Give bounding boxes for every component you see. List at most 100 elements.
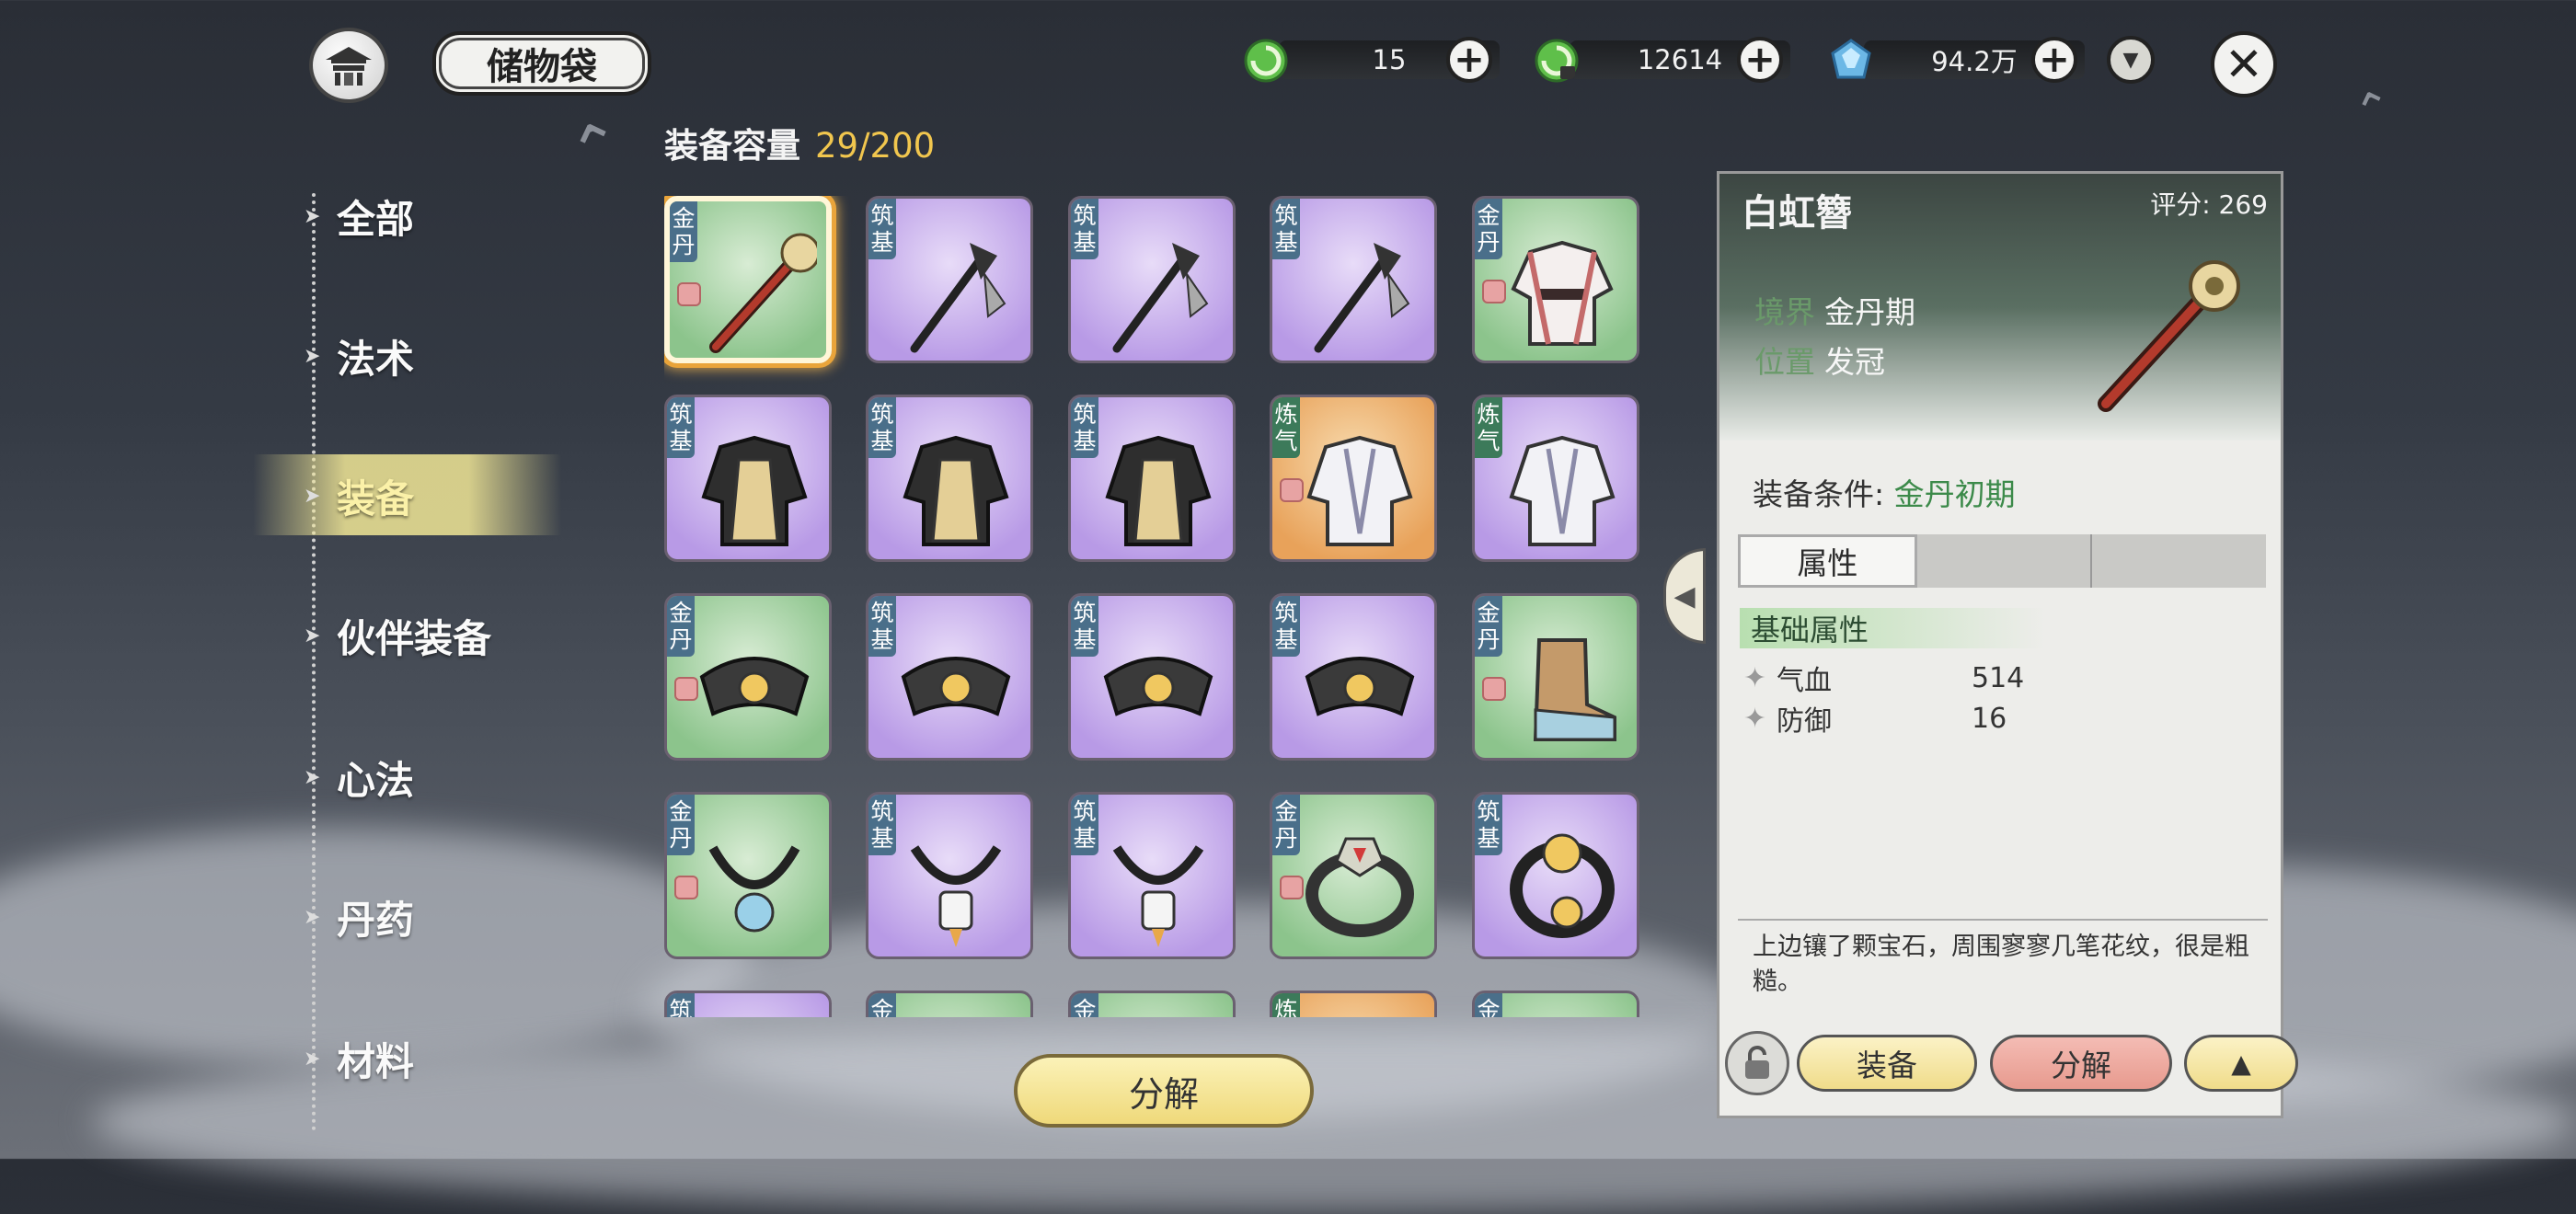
item-slot[interactable]: 金	[1472, 991, 1639, 1017]
nav-item-label: 伙伴装备	[337, 615, 492, 661]
add-resource-button[interactable]: +	[2031, 37, 2077, 83]
nav-arrow-icon: ➤	[304, 484, 321, 508]
item-slot[interactable]: 金	[1068, 991, 1236, 1017]
realm-tag: 筑 基	[1071, 596, 1098, 657]
item-slot[interactable]: 金 丹	[1472, 196, 1639, 363]
item-slot[interactable]: 炼 气	[1472, 395, 1639, 562]
nav-item-label: 法术	[337, 336, 415, 382]
nav-arrow-icon: ➤	[304, 905, 321, 929]
split-button[interactable]: 分解	[1990, 1035, 2172, 1092]
item-slot[interactable]: 筑 基	[866, 395, 1033, 562]
item-grid: 金 丹筑 基筑 基筑 基金 丹筑 基筑 基筑 基炼 气炼 气金 丹筑 基筑 基筑…	[664, 196, 1649, 1017]
nav-item-materials[interactable]: ➤ 材料	[304, 1026, 414, 1091]
equip-button[interactable]: 装备	[1797, 1035, 1977, 1092]
belt-icon	[699, 657, 810, 716]
nav-item-equipment[interactable]: ➤ 装备	[304, 464, 414, 528]
nav-item-label: 材料	[337, 1038, 415, 1084]
pendant-icon	[910, 845, 1002, 947]
lock-icon	[674, 876, 698, 899]
tab-attributes[interactable]: 属性	[1738, 534, 1917, 588]
nav-item-label: 全部	[337, 196, 415, 242]
dropdown-button[interactable]: ▼	[2107, 36, 2155, 84]
item-slot[interactable]: 筑 基	[1270, 593, 1437, 761]
unlock-icon	[1745, 1046, 1769, 1079]
white-robe-icon	[1306, 435, 1413, 546]
item-slot[interactable]: 筑 基	[664, 395, 832, 562]
item-slot[interactable]: 筑 基	[866, 196, 1033, 363]
nav-arrow-icon: ➤	[304, 765, 321, 789]
crane-decoration-icon: ⌃	[2347, 77, 2402, 142]
capacity-value: 29/200	[815, 126, 936, 166]
stat-value: 16	[1972, 702, 2007, 735]
halberd-icon	[910, 243, 1006, 353]
item-slot[interactable]: 炼 气	[1270, 395, 1437, 562]
collapse-panel-button[interactable]: ◀	[1663, 548, 1706, 644]
equip-requirement: 装备条件: 金丹初期	[1753, 476, 2016, 512]
item-slot[interactable]: 金 丹	[664, 196, 832, 363]
realm-tag: 筑 基	[868, 596, 896, 657]
item-slot[interactable]: 筑 基	[866, 792, 1033, 959]
halberd-icon	[1112, 243, 1209, 353]
item-realm: 境界 金丹期	[1754, 294, 1915, 330]
realm-tag: 筑 基	[1475, 795, 1502, 855]
decompose-button[interactable]: 分解	[1014, 1054, 1314, 1128]
realm-tag: 筑	[667, 993, 695, 1017]
lock-icon	[1280, 876, 1304, 899]
realm-tag: 筑 基	[667, 397, 695, 458]
pavilion-icon	[326, 47, 372, 86]
nav-item-partner-equipment[interactable]: ➤ 伙伴装备	[304, 603, 491, 668]
expand-up-button[interactable]: ▲	[2184, 1035, 2298, 1092]
item-detail-panel: 白虹簪 评分: 269 境界 金丹期 位置 发冠 装备条件: 金丹初期 属性 基础属…	[1717, 171, 2298, 1118]
belt-icon	[1305, 657, 1415, 716]
nav-item-all[interactable]: ➤ 全部	[304, 184, 414, 248]
item-slot[interactable]: 筑 基	[1068, 593, 1236, 761]
boot-icon	[1533, 638, 1616, 741]
item-slot[interactable]: 筑	[664, 991, 832, 1017]
close-button[interactable]: ✕	[2211, 31, 2277, 97]
detail-tabs: 属性	[1738, 534, 2266, 588]
crane-decoration-icon: ⌃	[558, 103, 636, 193]
item-slot[interactable]: 筑 基	[1472, 792, 1639, 959]
halberd-icon	[1314, 243, 1410, 353]
item-slot[interactable]: 筑 基	[866, 593, 1033, 761]
realm-tag: 金 丹	[1475, 199, 1502, 259]
belt-icon	[901, 657, 1011, 716]
add-resource-button[interactable]: +	[1737, 37, 1783, 83]
nav-arrow-icon: ➤	[304, 204, 321, 228]
pendant-icon	[1112, 845, 1204, 947]
nav-item-spells[interactable]: ➤ 法术	[304, 324, 414, 388]
item-description: 上边镶了颗宝石，周围寥寥几笔花纹，很是粗糙。	[1753, 933, 2249, 996]
item-slot[interactable]: 筑 基	[1068, 196, 1236, 363]
lock-icon	[1482, 280, 1506, 304]
item-slot[interactable]: 炼	[1270, 991, 1437, 1017]
realm-tag: 金	[868, 993, 896, 1017]
realm-tag: 金 丹	[1475, 596, 1502, 657]
item-slot[interactable]: 金 丹	[664, 792, 832, 959]
capacity-indicator: 装备容量 29/200	[664, 118, 935, 167]
item-slot[interactable]: 金 丹	[1270, 792, 1437, 959]
tab-2[interactable]	[1917, 534, 2091, 588]
item-slot[interactable]: 金 丹	[1472, 593, 1639, 761]
lock-icon	[677, 282, 701, 306]
stat-row: ✦ 气血 514	[1743, 658, 2024, 698]
home-button[interactable]	[309, 28, 388, 103]
nav-item-label: 丹药	[337, 897, 415, 943]
item-slot[interactable]: 筑 基	[1270, 196, 1437, 363]
stat-row: ✦ 防御 16	[1743, 698, 2007, 739]
white-robe-icon	[1509, 435, 1616, 546]
item-slot[interactable]: 金	[866, 991, 1033, 1017]
lock-icon	[1482, 677, 1506, 701]
realm-tag: 筑 基	[1071, 397, 1098, 458]
item-slot[interactable]: 金 丹	[664, 593, 832, 761]
add-resource-button[interactable]: +	[1446, 37, 1492, 83]
item-slot[interactable]: 筑 基	[1068, 792, 1236, 959]
lock-toggle-button[interactable]	[1725, 1031, 1789, 1095]
item-slot[interactable]: 筑 基	[1068, 395, 1236, 562]
nav-item-pills[interactable]: ➤ 丹药	[304, 885, 414, 949]
realm-tag: 筑 基	[868, 199, 896, 259]
realm-tag: 金 丹	[667, 596, 695, 657]
divider	[1738, 919, 2268, 921]
stat-name: 防御	[1777, 705, 1832, 738]
tab-3[interactable]	[2092, 534, 2266, 588]
nav-item-mental-arts[interactable]: ➤ 心法	[304, 745, 414, 809]
